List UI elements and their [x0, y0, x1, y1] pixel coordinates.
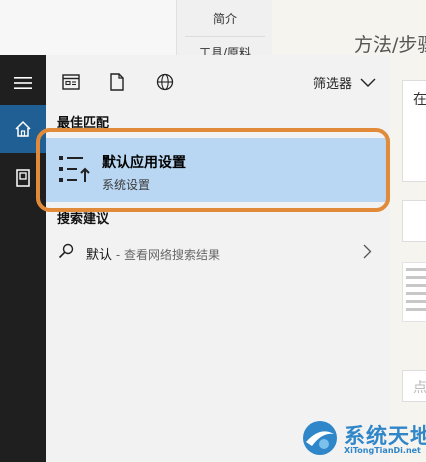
filter-label: 筛选器	[312, 77, 352, 92]
chevron-right-icon[interactable]	[363, 244, 372, 259]
tab-divider	[185, 36, 265, 37]
apps-filter-button[interactable]	[62, 73, 80, 91]
background-tab-intro[interactable]: 简介	[177, 10, 273, 27]
search-toolbar: 筛选器	[46, 55, 390, 108]
hamburger-menu-button[interactable]	[0, 60, 46, 106]
web-filter-button[interactable]	[156, 73, 174, 91]
article-step-box-2	[402, 200, 426, 242]
hamburger-menu-icon	[14, 77, 32, 89]
annotation-highlight-box	[36, 128, 390, 212]
document-icon	[16, 169, 30, 187]
background-page-left	[0, 0, 176, 60]
web-suggestion-hint: - 查看网络搜索结果	[112, 248, 220, 262]
web-suggestion-text: 默认 - 查看网络搜索结果	[86, 244, 220, 263]
web-icon	[156, 73, 174, 91]
watermark-url: XiTongTianDi.net	[344, 446, 421, 455]
search-results-panel: 筛选器 最佳匹配 默认应用设置 系统设置 搜索建议 默认 - 查看网络搜索结果	[46, 55, 390, 462]
home-icon	[15, 120, 31, 137]
article-input-box[interactable]: 点	[402, 370, 426, 402]
documents-icon	[110, 73, 124, 91]
watermark-logo-icon	[303, 421, 337, 455]
background-tab-list: 简介 工具/原料	[176, 0, 274, 60]
filter-dropdown[interactable]: 筛选器	[313, 73, 376, 92]
apps-icon	[62, 74, 80, 90]
start-sidebar	[0, 55, 46, 462]
article-section-title: 方法/步骤	[354, 34, 426, 56]
article-input-placeholder: 点	[413, 380, 426, 396]
search-icon	[58, 243, 74, 259]
web-suggestion-query: 默认	[86, 248, 113, 263]
web-suggestion-item[interactable]: 默认 - 查看网络搜索结果	[46, 233, 390, 269]
chevron-down-icon	[360, 78, 376, 87]
documents-filter-button[interactable]	[108, 73, 126, 91]
article-step-text: 在	[413, 92, 426, 108]
article-step-box: 在	[402, 80, 426, 182]
watermark: 系统天地 XiTongTianDi.net	[298, 414, 426, 462]
article-thumbnail[interactable]	[402, 262, 426, 322]
